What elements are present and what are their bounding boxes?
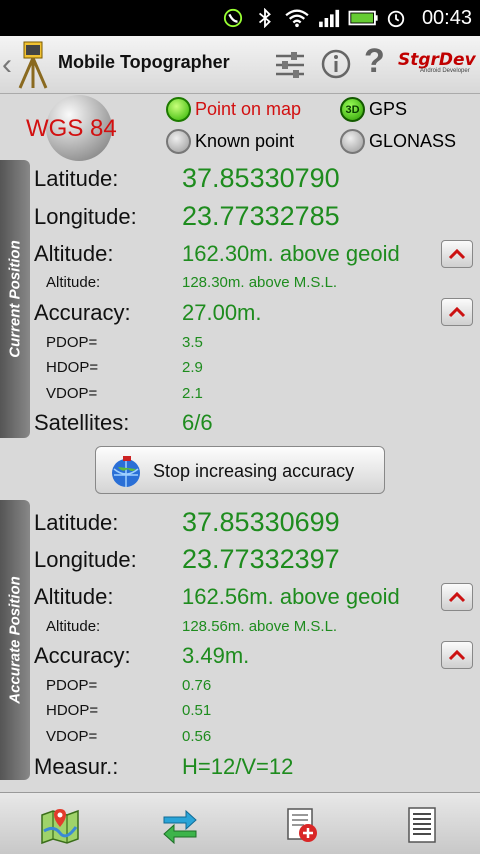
measurements-value: H=12/V=12 (182, 754, 294, 779)
vdop-value: 0.56 (182, 728, 212, 745)
accurate-position-tab: Accurate Position (0, 500, 30, 780)
altitude-value: 162.56m. above geoid (182, 584, 400, 609)
altitude-msl-value: 128.30m. above M.S.L. (182, 274, 338, 291)
pdop-label: PDOP= (46, 677, 98, 694)
signal-icon (319, 9, 340, 28)
current-position-tab: Current Position (0, 160, 30, 438)
latitude-value: 37.85330699 (182, 507, 340, 537)
info-icon[interactable] (320, 48, 352, 80)
hdop-label: HDOP= (46, 359, 99, 376)
list-document-icon[interactable] (402, 805, 442, 845)
hdop-value: 2.9 (182, 359, 203, 376)
longitude-value: 23.77332397 (182, 544, 340, 574)
add-document-icon[interactable] (282, 805, 322, 845)
globe-satellite-icon (112, 456, 140, 487)
chevron-up-icon (448, 649, 466, 661)
action-bar: ‹ Mobile Topographer ? StgrDev Android D… (0, 36, 480, 94)
bluetooth-icon (258, 8, 271, 28)
latitude-value: 37.85330790 (182, 163, 340, 193)
stop-button-label: Stop increasing accuracy (153, 461, 355, 481)
app-title: Mobile Topographer (58, 52, 230, 72)
vdop-value: 2.1 (182, 385, 203, 402)
radio-3d-icon[interactable]: 3D (340, 97, 365, 122)
chevron-up-icon (448, 591, 466, 603)
alarm-icon (387, 10, 405, 28)
option-label: Point on map (195, 99, 302, 119)
battery-icon (348, 10, 378, 26)
vdop-label: VDOP= (46, 728, 98, 745)
brand-logo-sub: Android Developer (420, 68, 470, 74)
radio-unchecked-icon[interactable] (340, 129, 365, 154)
accuracy-label: Accuracy: (34, 300, 131, 325)
accuracy-label: Accuracy: (34, 643, 131, 668)
expand-accuracy-button[interactable] (441, 641, 473, 669)
datum-header: WGS 84 Point on map Known point 3D GPS G… (0, 95, 480, 161)
satellites-label: Satellites: (34, 410, 130, 435)
option-label: Known point (195, 131, 295, 151)
settings-sliders-icon[interactable] (273, 48, 307, 82)
option-point-on-map[interactable]: Point on map (166, 97, 301, 122)
accuracy-value: 3.49m. (182, 643, 250, 668)
pdop-label: PDOP= (46, 334, 98, 351)
option-label: GPS (369, 99, 408, 119)
expand-altitude-button[interactable] (441, 583, 473, 611)
option-label: GLONASS (369, 131, 457, 151)
altitude-msl-label: Altitude: (46, 618, 101, 635)
chevron-up-icon (448, 248, 466, 260)
chevron-up-icon (448, 306, 466, 318)
altitude-label: Altitude: (34, 584, 114, 609)
status-time: 00:43 (421, 7, 472, 29)
longitude-label: Longitude: (34, 204, 137, 229)
altitude-msl-label: Altitude: (46, 274, 101, 291)
latitude-label: Latitude: (34, 166, 119, 191)
longitude-label: Longitude: (34, 547, 137, 572)
accuracy-value: 27.00m. (182, 300, 262, 325)
altitude-msl-value: 128.56m. above M.S.L. (182, 618, 338, 635)
back-chevron-icon[interactable]: ‹ (2, 48, 12, 82)
radio-checked-icon[interactable] (166, 97, 191, 122)
satellites-value: 6/6 (182, 410, 213, 435)
brand-logo[interactable]: StgrDev (398, 50, 476, 70)
measurements-label: Measur.: (34, 754, 119, 779)
option-glonass[interactable]: GLONASS (340, 129, 456, 154)
option-known-point[interactable]: Known point (166, 129, 294, 154)
swap-arrows-icon[interactable] (160, 805, 200, 845)
pdop-value: 3.5 (182, 334, 203, 351)
datum-label[interactable]: WGS 84 (26, 115, 117, 143)
radio-unchecked-icon[interactable] (166, 129, 191, 154)
map-icon[interactable] (40, 805, 80, 845)
expand-altitude-button[interactable] (441, 240, 473, 268)
hdop-value: 0.51 (182, 702, 212, 719)
pdop-value: 0.76 (182, 677, 212, 694)
phone-icon (223, 8, 243, 28)
latitude-label: Latitude: (34, 510, 119, 535)
help-icon[interactable]: ? (364, 42, 385, 81)
longitude-value: 23.77332785 (182, 201, 340, 231)
hdop-label: HDOP= (46, 702, 99, 719)
altitude-label: Altitude: (34, 241, 114, 266)
tab-label: Accurate Position (6, 576, 24, 704)
altitude-value: 162.30m. above geoid (182, 241, 400, 266)
stop-increasing-accuracy-button[interactable]: Stop increasing accuracy (95, 446, 385, 494)
bottom-toolbar (0, 792, 480, 854)
expand-accuracy-button[interactable] (441, 298, 473, 326)
option-gps[interactable]: 3D GPS (340, 97, 407, 122)
status-bar: 00:43 (0, 0, 480, 36)
wifi-icon (285, 9, 309, 28)
vdop-label: VDOP= (46, 385, 98, 402)
app-icon[interactable] (14, 40, 56, 90)
tab-label: Current Position (6, 240, 24, 358)
